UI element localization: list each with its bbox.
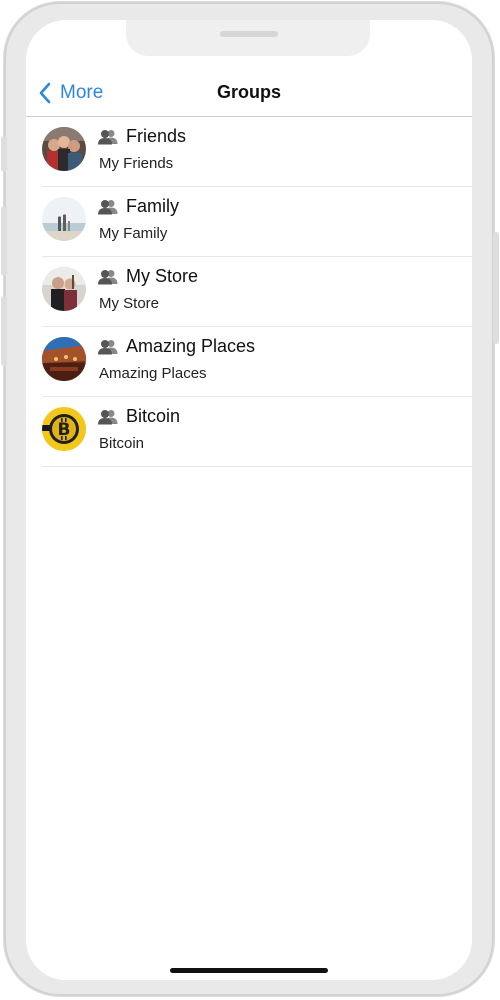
side-button-silent bbox=[1, 136, 7, 172]
group-name: Bitcoin bbox=[126, 406, 181, 426]
notch bbox=[126, 20, 370, 56]
list-item[interactable]: Friends My Friends bbox=[42, 117, 472, 187]
group-name: My Store bbox=[126, 266, 199, 286]
list-item[interactable]: B Bitcoin Bitcoin bbox=[42, 397, 472, 467]
family-beach-photo-avatar bbox=[42, 197, 86, 241]
side-button-power bbox=[493, 232, 499, 344]
navigation-bar: More Groups bbox=[26, 70, 472, 116]
store-photo-avatar bbox=[42, 267, 86, 311]
group-subtitle: My Friends bbox=[99, 155, 174, 172]
screen: More Groups Friends My Friends Family My… bbox=[26, 20, 472, 980]
group-subtitle: Amazing Places bbox=[99, 365, 207, 382]
group-name: Friends bbox=[126, 126, 187, 146]
page-title: Groups bbox=[216, 82, 281, 102]
people-icon bbox=[98, 409, 118, 424]
place-photo-avatar bbox=[42, 337, 86, 381]
group-name: Family bbox=[126, 196, 179, 216]
group-subtitle: Bitcoin bbox=[99, 435, 145, 452]
group-subtitle: My Family bbox=[99, 225, 168, 242]
list-item[interactable]: Family My Family bbox=[42, 187, 472, 257]
bitcoin-coin-avatar: B bbox=[42, 407, 86, 451]
people-icon bbox=[98, 199, 118, 214]
speaker-grille bbox=[220, 31, 278, 37]
friends-photo-avatar bbox=[42, 127, 86, 171]
side-button-volume-up bbox=[1, 206, 7, 276]
group-subtitle: My Store bbox=[99, 295, 160, 312]
group-list: Friends My Friends Family My Family My S… bbox=[42, 117, 472, 467]
list-item[interactable]: Amazing Places Amazing Places bbox=[42, 327, 472, 397]
list-item[interactable]: My Store My Store bbox=[42, 257, 472, 327]
group-name: Amazing Places bbox=[126, 336, 256, 356]
home-indicator[interactable] bbox=[170, 968, 328, 973]
svg-text:B: B bbox=[58, 420, 71, 440]
side-button-volume-down bbox=[1, 296, 7, 366]
people-icon bbox=[98, 269, 118, 284]
people-icon bbox=[98, 129, 118, 144]
people-icon bbox=[98, 339, 118, 354]
